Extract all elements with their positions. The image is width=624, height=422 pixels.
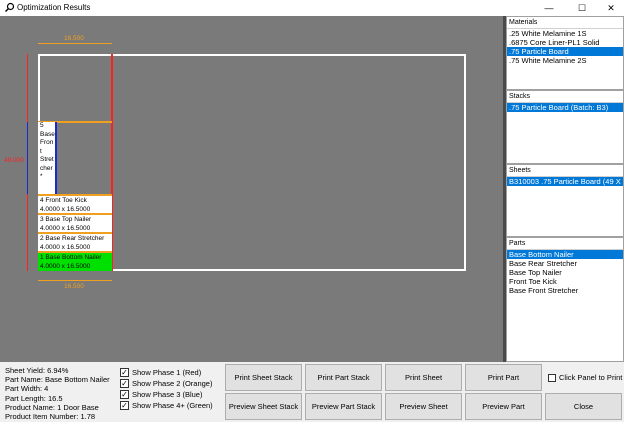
close-window-button[interactable]: ✕ (596, 0, 624, 16)
phase1-checkbox[interactable]: ✓ Show Phase 1 (Red) (120, 368, 201, 377)
stacks-header: Stacks (507, 91, 623, 103)
part-base-front-stretcher[interactable]: 5 Base Fron t Stret cher * (38, 122, 57, 194)
checkbox-icon (548, 373, 556, 382)
part-item[interactable]: Front Toe Kick (507, 277, 623, 286)
materials-list[interactable]: Materials .25 White Melamine 1S .6875 Co… (506, 16, 624, 90)
phase3-label: Show Phase 3 (Blue) (132, 390, 203, 399)
close-button[interactable]: Close (545, 393, 622, 420)
preview-part-button[interactable]: Preview Part (465, 393, 542, 420)
phase2-checkbox[interactable]: ✓ Show Phase 2 (Orange) (120, 379, 212, 388)
check-icon: ✓ (120, 390, 129, 399)
sheets-list[interactable]: Sheets B310003 .75 Particle Board (49 X (506, 164, 624, 237)
material-item[interactable]: .25 White Melamine 1S (507, 29, 623, 38)
title-bar: Optimization Results — ☐ ✕ (0, 0, 624, 16)
material-item[interactable]: .6875 Core Liner-PL1 Solid (507, 38, 623, 47)
print-part-stack-button[interactable]: Print Part Stack (305, 364, 382, 391)
part-front-toe-kick[interactable]: 4 Front Toe Kick 4.0000 x 16.5000 (38, 194, 112, 214)
part-line: t (40, 147, 42, 155)
part-name: 3 Base Top Nailer (40, 216, 92, 223)
click-panel-to-print-checkbox[interactable]: Click Panel to Print (548, 373, 622, 382)
check-icon: ✓ (120, 401, 129, 410)
sheets-header: Sheets (507, 165, 623, 177)
part-line: Stret (40, 156, 54, 163)
part-item[interactable]: Base Front Stretcher (507, 286, 623, 295)
material-item-selected[interactable]: .75 Particle Board (507, 47, 623, 56)
part-length-info: Part Length: 16.5 (5, 393, 63, 403)
part-line: Base (40, 130, 55, 138)
print-sheet-button[interactable]: Print Sheet (385, 364, 462, 391)
phase3-checkbox[interactable]: ✓ Show Phase 3 (Blue) (120, 390, 202, 399)
print-sheet-stack-button[interactable]: Print Sheet Stack (225, 364, 302, 391)
material-item[interactable]: .75 White Melamine 2S (507, 56, 623, 65)
blue-dimension-line (27, 122, 28, 194)
part-base-top-nailer[interactable]: 3 Base Top Nailer 4.0000 x 16.5000 (38, 213, 112, 233)
phase2-label: Show Phase 2 (Orange) (132, 379, 213, 388)
parts-header: Parts (507, 238, 623, 250)
part-info: Sheet Yield: 6.94% Part Name: Base Botto… (5, 366, 110, 421)
part-name: 1 Base Bottom Nailer (40, 254, 102, 261)
part-item-selected[interactable]: Base Bottom Nailer (507, 250, 623, 259)
phase4-checkbox[interactable]: ✓ Show Phase 4+ (Green) (120, 401, 213, 410)
check-icon: ✓ (120, 379, 129, 388)
part-line: cher (40, 164, 53, 172)
part-line: 5 (40, 122, 44, 129)
phase4-label: Show Phase 4+ (Green) (132, 401, 213, 410)
part-name: 4 Front Toe Kick (40, 197, 87, 204)
preview-sheet-stack-button[interactable]: Preview Sheet Stack (225, 393, 302, 420)
product-item-info: Product Item Number: 1.78 (5, 412, 96, 422)
sheet-item-selected[interactable]: B310003 .75 Particle Board (49 X (507, 177, 623, 186)
bottom-dimension-label: 16.500 (64, 283, 84, 290)
part-dim: 4.0000 x 16.5000 (40, 263, 91, 270)
part-item[interactable]: Base Top Nailer (507, 268, 623, 277)
check-icon: ✓ (120, 368, 129, 377)
product-name-info: Product Name: 1 Door Base (5, 402, 99, 412)
parts-list[interactable]: Parts Base Bottom Nailer Base Rear Stret… (506, 237, 624, 362)
part-line: * (40, 173, 43, 180)
preview-sheet-button[interactable]: Preview Sheet (385, 393, 462, 420)
stack-item-selected[interactable]: .75 Particle Board (Batch: B3) (507, 103, 623, 112)
sheet-yield: Sheet Yield: 6.94% (5, 366, 69, 375)
maximize-button[interactable]: ☐ (567, 0, 597, 16)
bottom-dimension-line (38, 280, 112, 281)
part-line: Fron (40, 139, 54, 146)
part-item[interactable]: Base Rear Stretcher (507, 259, 623, 268)
bottom-panel: Sheet Yield: 6.94% Part Name: Base Botto… (0, 362, 624, 422)
preview-part-stack-button[interactable]: Preview Part Stack (305, 393, 382, 420)
part-base-rear-stretcher[interactable]: 2 Base Rear Stretcher 4.0000 x 16.5000 (38, 232, 112, 252)
phase1-label: Show Phase 1 (Red) (132, 368, 202, 377)
click-panel-label: Click Panel to Print (559, 373, 623, 382)
top-dimension-label: 16.500 (64, 35, 84, 42)
print-part-button[interactable]: Print Part (465, 364, 542, 391)
part-width-info: Part Width: 4 (5, 384, 49, 394)
top-dimension-line (38, 43, 112, 44)
side-dimension-label: 49.000 (4, 157, 24, 164)
materials-header: Materials (507, 17, 623, 29)
part-name: 2 Base Rear Stretcher (40, 235, 105, 242)
stacks-list[interactable]: Stacks .75 Particle Board (Batch: B3) (506, 90, 624, 164)
part-base-bottom-nailer[interactable]: 1 Base Bottom Nailer 4.0000 x 16.5000 (38, 251, 112, 271)
minimize-button[interactable]: — (534, 0, 564, 16)
window-title: Optimization Results (17, 3, 91, 12)
part-name-info: Part Name: Base Bottom Nailer (5, 375, 110, 385)
magnifier-icon (5, 2, 15, 12)
